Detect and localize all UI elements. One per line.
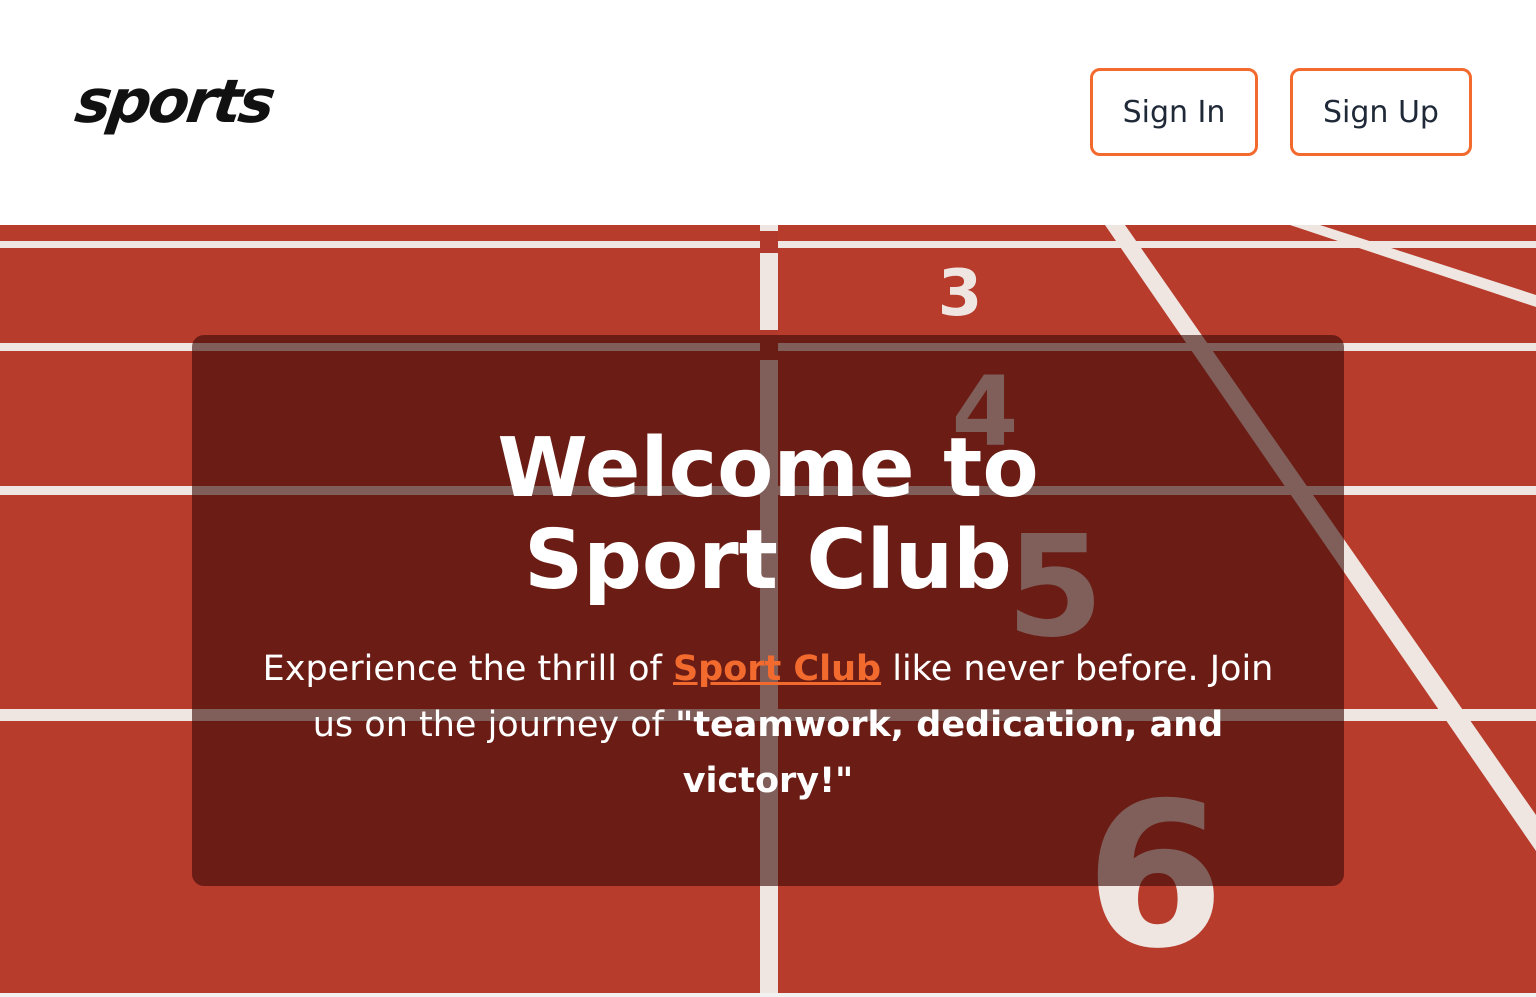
sports-logo[interactable]: sports <box>71 67 277 137</box>
site-header: sports Sign In Sign Up <box>0 0 1536 225</box>
hero-overlay-card: Welcome to Sport Club Experience the thr… <box>192 335 1344 886</box>
lane-number-3: 3 <box>938 257 983 331</box>
sign-up-button[interactable]: Sign Up <box>1290 68 1472 156</box>
sign-in-button[interactable]: Sign In <box>1090 68 1258 156</box>
sport-club-link[interactable]: Sport Club <box>673 649 881 689</box>
hero-title: Welcome to Sport Club <box>497 421 1039 608</box>
hero-text-intro: Experience the thrill of <box>262 649 673 689</box>
page-bottom-edge <box>0 993 1536 997</box>
hero-description: Experience the thrill of Sport Club like… <box>192 641 1344 809</box>
hero-section: 3 4 5 6 Welcome to Sport Club Experience… <box>0 225 1536 993</box>
hero-emphasis: "teamwork, dedication, and victory!" <box>675 705 1224 801</box>
